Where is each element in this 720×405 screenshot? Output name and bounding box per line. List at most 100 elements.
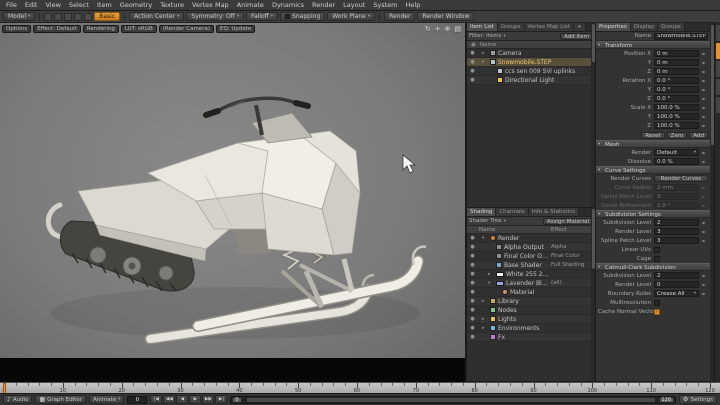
shader-row-material[interactable]: ●Material [467, 288, 595, 297]
eq-update-button[interactable]: EQ: Update [216, 25, 255, 33]
menu-texture[interactable]: Texture [156, 0, 188, 11]
visibility-toggle-icon[interactable]: ● [468, 59, 477, 65]
value-spinner[interactable]: ◂▸ [699, 114, 708, 119]
add-tab-button[interactable]: + [574, 23, 586, 31]
position-x-field[interactable]: 0 m [654, 50, 699, 57]
item-row-directional-light[interactable]: ●Directional Light [467, 76, 595, 85]
options-button[interactable]: Options [2, 25, 31, 33]
value-spinner[interactable]: ◂▸ [699, 87, 708, 92]
value-spinner[interactable]: ◂▸ [699, 203, 708, 208]
visibility-toggle-icon[interactable]: ● [468, 253, 477, 259]
tab-item-list[interactable]: Item List [467, 23, 498, 31]
value-spinner[interactable]: ◂▸ [699, 123, 708, 128]
menu-layout[interactable]: Layout [339, 0, 369, 11]
y-field[interactable]: 0 m [654, 59, 699, 66]
goto-end-button[interactable]: ▶| [215, 395, 227, 404]
boundary-rules-field[interactable]: Crease All▾ [654, 290, 699, 297]
z-field[interactable]: 100.0 % [654, 122, 699, 129]
settings-button[interactable]: ⚙ Settings [679, 395, 717, 404]
current-frame-field[interactable]: 0 [127, 396, 147, 404]
shader-row-nodes[interactable]: ●Nodes [467, 306, 595, 315]
add-item-button[interactable]: Add Item [560, 33, 593, 40]
cage-checkbox[interactable] [654, 256, 660, 262]
section-mesh[interactable]: Mesh [596, 140, 710, 148]
value-spinner[interactable]: ◂▸ [699, 273, 708, 278]
section-curve-settings[interactable]: Curve Settings [596, 166, 710, 174]
menu-render[interactable]: Render [308, 0, 339, 11]
shader-row-lavender-blue-162-164-226[interactable]: ●▾Lavender Blue 162 164 226(all) [467, 279, 595, 288]
shader-row-final-color-output[interactable]: ●Final Color OutputFinal Color [467, 252, 595, 261]
value-spinner[interactable]: ◂▸ [699, 238, 708, 243]
rendering-button[interactable]: Rendering [83, 25, 119, 33]
tab-properties[interactable]: Properties [596, 23, 631, 31]
spline-patch-level-field[interactable]: 3 [654, 193, 699, 200]
curve-refinement-field[interactable]: 1.0 ° [654, 202, 699, 209]
value-spinner[interactable]: ◂▸ [699, 282, 708, 287]
expand-arrow-icon[interactable]: ▾ [488, 281, 494, 286]
rotation-x-field[interactable]: 0.0 ° [654, 77, 699, 84]
range-start-handle[interactable]: 0 [232, 397, 241, 403]
scale-x-field[interactable]: 100.0 % [654, 104, 699, 111]
value-spinner[interactable]: ◂▸ [699, 185, 708, 190]
render-level-field[interactable]: 3 [654, 228, 699, 235]
value-spinner[interactable]: ◂▸ [699, 159, 708, 164]
value-spinner[interactable]: ◂▸ [699, 220, 708, 225]
visibility-toggle-icon[interactable]: ● [468, 50, 477, 56]
menu-geometry[interactable]: Geometry [116, 0, 156, 11]
section-subdivision-settings[interactable]: Subdivision Settings [596, 210, 710, 218]
spline-patch-level-field[interactable]: 3 [654, 237, 699, 244]
item-row-snowmobile-step[interactable]: ●▾Snowmobile.STEP [467, 58, 595, 67]
tab-groups[interactable]: Groups [658, 23, 685, 31]
expand-arrow-icon[interactable]: ▸ [488, 272, 494, 277]
tab-info-statistics[interactable]: Info & Statistics [529, 208, 579, 216]
assign-material-button[interactable]: Assign Material [543, 218, 593, 225]
subdivision-level-field[interactable]: 2 [654, 272, 699, 279]
falloff-dropdown[interactable]: Falloff▾ [246, 12, 278, 21]
step-back-button[interactable]: ◀ [176, 395, 188, 404]
side-tab-active[interactable] [716, 43, 720, 59]
layout-tab-icon[interactable] [64, 13, 72, 21]
value-spinner[interactable]: ◂▸ [699, 51, 708, 56]
render-level-field[interactable]: 0 [654, 281, 699, 288]
zoom-icon[interactable]: ⊕ [445, 25, 451, 33]
graph-editor-button[interactable]: ▦ Graph Editor [35, 395, 86, 404]
shader-row-environments[interactable]: ●▸Environments [467, 324, 595, 333]
view-options-icon[interactable]: ▤ [454, 25, 461, 33]
shader-row-alpha-output[interactable]: ●Alpha OutputAlpha [467, 243, 595, 252]
multiresolution-checkbox[interactable] [654, 300, 660, 306]
value-spinner[interactable]: ◂▸ [699, 96, 708, 101]
tab-vertex-map-list[interactable]: Vertex Map List [525, 23, 574, 31]
timeline-ruler[interactable]: 0102030405060708090100110120 [0, 382, 720, 393]
snapping-toggle[interactable]: Snapping [280, 12, 325, 21]
visibility-toggle-icon[interactable]: ● [468, 235, 477, 241]
reset-button[interactable]: Reset [641, 132, 664, 139]
menu-item[interactable]: Item [93, 0, 116, 11]
value-spinner[interactable]: ◂▸ [699, 105, 708, 110]
expand-arrow-icon[interactable]: ▸ [482, 326, 488, 331]
value-spinner[interactable]: ◂▸ [699, 60, 708, 65]
layout-tab-icon[interactable] [84, 13, 92, 21]
viewport-3d[interactable]: OptionsEffect: DefaultRenderingLUT: sRGB… [0, 23, 466, 382]
render-window-button[interactable]: Render Window [417, 12, 474, 21]
z-field[interactable]: 0.0 ° [654, 95, 699, 102]
filter-dropdown[interactable]: Filter: Items [469, 33, 502, 39]
shader-row-render[interactable]: ●▾Render [467, 234, 595, 243]
y-field[interactable]: 100.0 % [654, 113, 699, 120]
shader-row-white-255-255-255[interactable]: ●▸White 255 255 255 [467, 270, 595, 279]
animate-dropdown[interactable]: Animate ▾ [89, 395, 124, 404]
shader-row-library[interactable]: ●▸Library [467, 297, 595, 306]
mode-dropdown[interactable]: Model▾ [3, 12, 35, 21]
item-row-ccs-sen-009-svi-uplinks[interactable]: ●ccs sen 009 SVi uplinks [467, 67, 595, 76]
menu-vertex-map[interactable]: Vertex Map [188, 0, 233, 11]
dissolve-field[interactable]: 0.0 % [654, 158, 699, 165]
menu-help[interactable]: Help [402, 0, 425, 11]
menu-file[interactable]: File [2, 0, 21, 11]
visibility-toggle-icon[interactable]: ● [468, 334, 477, 340]
zero-button[interactable]: Zero [667, 132, 688, 139]
layout-tab-icon[interactable] [54, 13, 62, 21]
side-tab[interactable] [716, 79, 720, 95]
menu-edit[interactable]: Edit [21, 0, 42, 11]
work-plane-dropdown[interactable]: Work Plane▾ [327, 12, 375, 21]
pan-icon[interactable]: + [435, 25, 441, 33]
value-spinner[interactable]: ◂▸ [699, 78, 708, 83]
